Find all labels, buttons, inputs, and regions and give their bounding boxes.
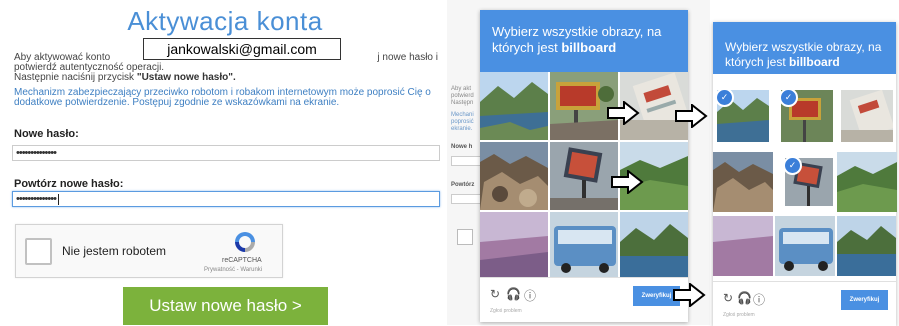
email-overlay: jankowalski@gmail.com: [143, 38, 341, 60]
headphones-icon[interactable]: 🎧: [737, 291, 752, 305]
info-icon[interactable]: ⓘ: [753, 291, 765, 308]
captcha-tile-pink-field[interactable]: [713, 216, 773, 276]
text-caret: [57, 193, 59, 205]
captcha-tile-billboard-pole[interactable]: [550, 142, 618, 210]
bg-label: Nowe h: [451, 144, 473, 150]
bg-checkbox: [457, 229, 473, 245]
report-problem-link[interactable]: Zgłoś problem: [490, 308, 522, 314]
captcha-instruction: Wybierz wszystkie obrazy, na których jes…: [725, 40, 896, 70]
captcha-instruction: Wybierz wszystkie obrazy, na których jes…: [492, 24, 688, 56]
instruction-keyword: billboard: [789, 55, 840, 69]
security-notice: Mechanizm zabezpieczający przeciwko robo…: [14, 87, 431, 108]
arrow-right-icon: [607, 101, 640, 125]
captcha-header: Wybierz wszystkie obrazy, na których jes…: [713, 22, 896, 74]
captcha-header: Wybierz wszystkie obrazy, na których jes…: [480, 10, 688, 72]
page-title: Aktywacja konta: [127, 6, 323, 36]
bg-text-line: ekranie.: [451, 126, 473, 132]
recaptcha-brand: reCAPTCHA: [222, 257, 262, 264]
reload-icon[interactable]: ↻: [490, 287, 500, 301]
bg-text-line: poprosić: [451, 119, 474, 125]
recaptcha-label: Nie jestem robotem: [62, 244, 167, 258]
captcha-tile-bus[interactable]: [550, 212, 618, 280]
captcha-tile-mountain-lake[interactable]: ✓: [717, 90, 769, 142]
captcha-footer: ↻ 🎧 ⓘ Zweryfikuj Zgłoś problem: [480, 277, 688, 322]
intro-line3-button-ref: "Ustaw nowe hasło".: [136, 72, 236, 83]
arrow-right-icon: [675, 104, 708, 128]
report-problem-link[interactable]: Zgłoś problem: [723, 312, 755, 318]
captcha-tile-billboard-pole[interactable]: ✓: [785, 158, 833, 206]
intro-text-end: j nowe hasło i: [377, 52, 438, 63]
arrow-right-icon: [673, 283, 706, 307]
instruction-keyword: billboard: [561, 40, 617, 55]
captcha-tile-rocks[interactable]: [713, 152, 773, 212]
info-icon[interactable]: ⓘ: [524, 287, 536, 304]
image-captcha-challenge: Wybierz wszystkie obrazy, na których jes…: [480, 10, 688, 322]
bg-text-line: potwierd: [451, 93, 474, 99]
captcha-tile-bus[interactable]: [775, 216, 835, 276]
bg-text-line: Następn: [451, 100, 474, 106]
intro-line3-prefix: Następnie naciśnij przycisk: [14, 72, 137, 83]
reload-icon[interactable]: ↻: [723, 291, 733, 305]
bg-text-line: Aby akt: [451, 86, 472, 92]
captcha-tile-lake-mountains[interactable]: [837, 216, 896, 276]
bg-text-line: Mechani: [451, 112, 474, 118]
captcha-tile-rocks[interactable]: [480, 142, 548, 210]
intro-text-line3: Następnie naciśnij przycisk "Ustaw nowe …: [14, 72, 236, 83]
image-captcha-challenge-selected: Wybierz wszystkie obrazy, na których jes…: [713, 22, 897, 326]
recaptcha-checkbox[interactable]: [25, 238, 52, 265]
activation-form: Aktywacja konta Aby aktywować konto j no…: [0, 0, 450, 325]
recaptcha-links[interactable]: Prywatność - Warunki: [204, 267, 262, 273]
captcha-tile-mountain-lake[interactable]: [480, 72, 548, 140]
new-password-field[interactable]: ••••••••••••••: [12, 145, 440, 161]
headphones-icon[interactable]: 🎧: [506, 287, 521, 301]
bg-label: Powtórz: [451, 182, 475, 188]
captcha-tile-billboard-closeup[interactable]: [841, 90, 893, 142]
captcha-tile-pink-field[interactable]: [480, 212, 548, 280]
arrow-right-icon: [611, 170, 644, 194]
verify-button[interactable]: Zweryfikuj: [841, 290, 888, 310]
set-password-button[interactable]: Ustaw nowe hasło >: [123, 287, 328, 325]
new-password-label: Nowe hasło:: [14, 128, 79, 140]
captcha-tile-green-hills[interactable]: [837, 152, 897, 212]
captcha-tile-lake-mountains[interactable]: [620, 212, 688, 280]
repeat-password-value: ••••••••••••••: [16, 193, 57, 205]
repeat-password-field[interactable]: ••••••••••••••: [12, 191, 440, 207]
captcha-footer: ↻ 🎧 ⓘ Zweryfikuj Zgłoś problem: [713, 281, 896, 326]
recaptcha-logo-icon: [235, 232, 255, 252]
recaptcha-widget: Nie jestem robotem reCAPTCHA Prywatność …: [15, 224, 283, 278]
captcha-tile-billboard-street[interactable]: ✓: [781, 90, 833, 142]
repeat-password-label: Powtórz nowe hasło:: [14, 178, 124, 190]
